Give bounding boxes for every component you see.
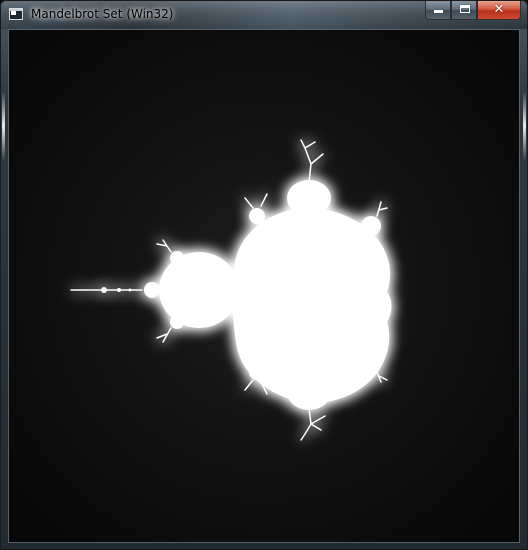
- minimize-button[interactable]: [425, 1, 451, 20]
- window-title: Mandelbrot Set (Win32): [31, 7, 174, 21]
- bottom-filament: [300, 407, 326, 441]
- mandelbrot-fractal: [70, 139, 392, 441]
- bottom-bulb: [287, 374, 331, 410]
- top-filament: [300, 139, 324, 183]
- spike-dot: [117, 288, 121, 292]
- client-area-frame: [8, 29, 520, 543]
- lower-left-bulb: [249, 364, 265, 380]
- lower-right-filament: [376, 371, 388, 383]
- top-bulb: [287, 180, 331, 216]
- upper-left-filament: [156, 239, 172, 253]
- maximize-button[interactable]: [451, 1, 477, 20]
- upper-right-bulb: [361, 216, 381, 236]
- lower-right-bulb: [361, 352, 381, 372]
- window-frame-highlight-right: [523, 91, 526, 161]
- spike-dot: [101, 287, 107, 293]
- lower-left-filament: [156, 327, 172, 343]
- period-2-bulb: [159, 252, 239, 328]
- upper-right-filament: [376, 201, 388, 217]
- maximize-icon: [460, 5, 470, 13]
- period-4-bulb: [144, 282, 160, 298]
- left-upper-bulb: [170, 251, 184, 265]
- spike-dot: [128, 288, 132, 292]
- application-icon[interactable]: [9, 8, 23, 20]
- client-area[interactable]: [9, 30, 519, 542]
- title-bar[interactable]: Mandelbrot Set (Win32) ✕: [1, 1, 527, 29]
- window-controls: ✕: [425, 1, 521, 21]
- window-frame-highlight-left: [2, 91, 5, 161]
- app-window: Mandelbrot Set (Win32) ✕: [0, 0, 528, 550]
- left-lower-bulb: [170, 315, 184, 329]
- close-icon: ✕: [493, 2, 505, 17]
- upper-left-bulb: [249, 208, 265, 224]
- mandelbrot-set-body: [70, 139, 392, 441]
- close-button[interactable]: ✕: [477, 1, 521, 20]
- minimize-icon: [434, 10, 443, 13]
- top-left-filament: [244, 193, 268, 209]
